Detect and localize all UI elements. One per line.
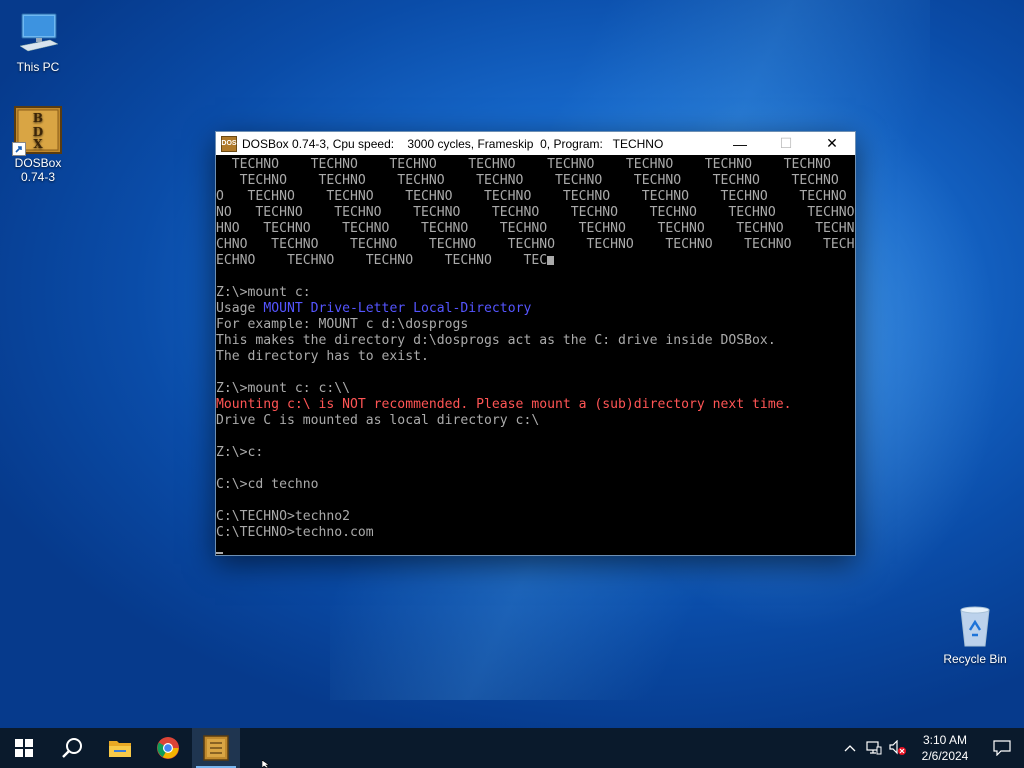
clock[interactable]: 3:10 AM 2/6/2024 (910, 732, 980, 764)
output-line: This makes the directory d:\dosprogs act… (216, 333, 776, 348)
chrome-button[interactable] (144, 728, 192, 768)
dosbox-taskbar-button[interactable] (192, 728, 240, 768)
window-title: DOSBox 0.74-3, Cpu speed: 3000 cycles, F… (242, 136, 664, 151)
search-button[interactable] (48, 728, 96, 768)
desktop-icon-label: DOSBox (14, 156, 62, 170)
windows-logo-icon (15, 739, 33, 757)
recycle-bin-icon (951, 602, 999, 650)
command-line: Z:\>c: (216, 445, 264, 460)
output-line: Drive C is mounted as local directory c:… (216, 413, 540, 428)
prompt-cursor-line (216, 541, 855, 557)
volume-muted-icon (889, 740, 906, 755)
minimize-button[interactable]: — (717, 132, 763, 155)
volume-button[interactable] (886, 728, 910, 768)
usage-prefix: Usage (216, 301, 264, 316)
desktop-icon-recycle-bin[interactable]: Recycle Bin (937, 602, 1013, 666)
command-line: Z:\>mount c: c:\\ (216, 381, 351, 396)
system-tray: 3:10 AM 2/6/2024 (838, 728, 1024, 768)
techno-line: NO TECHNO TECHNO TECHNO TECHNO TECHNO TE… (216, 205, 855, 220)
chrome-icon (157, 737, 179, 759)
start-button[interactable] (0, 728, 48, 768)
techno-line: TECHNO TECHNO TECHNO TECHNO TECHNO TECHN… (216, 157, 855, 172)
techno-line: O TECHNO TECHNO TECHNO TECHNO TECHNO TEC… (216, 189, 855, 204)
techno-line-last: ECHNO TECHNO TECHNO TECHNO TEC (216, 253, 855, 269)
dosbox-logo-letter: B (33, 111, 43, 125)
command-line: C:\TECHNO>techno2 (216, 509, 351, 524)
warning-line: Mounting c:\ is NOT recommended. Please … (216, 397, 792, 412)
notification-icon (993, 740, 1011, 756)
command-line: C:\TECHNO>techno.com (216, 525, 374, 540)
desktop-icon-dosbox[interactable]: B D X DOSBox 0.74-3 (0, 106, 76, 184)
window-titlebar[interactable]: DOS DOSBox 0.74-3, Cpu speed: 3000 cycle… (216, 132, 855, 155)
file-explorer-button[interactable] (96, 728, 144, 768)
desktop-icon-this-pc[interactable]: This PC (0, 10, 76, 74)
close-button[interactable]: ✕ (809, 132, 855, 155)
command-line: Z:\>mount c: (216, 285, 311, 300)
techno-line-text: ECHNO TECHNO TECHNO TECHNO TEC (216, 253, 548, 268)
dosbox-logo-letter: X (33, 137, 43, 151)
text-cursor (216, 552, 223, 554)
search-icon (62, 738, 82, 758)
network-icon (866, 741, 882, 755)
shortcut-arrow-icon (12, 142, 26, 156)
maximize-button[interactable]: ☐ (763, 132, 809, 155)
taskbar: 3:10 AM 2/6/2024 (0, 728, 1024, 768)
command-line: C:\>cd techno (216, 477, 319, 492)
mouse-cursor-icon (262, 760, 270, 768)
usage-line: Usage MOUNT Drive-Letter Local-Directory (216, 301, 855, 317)
techno-line: CHNO TECHNO TECHNO TECHNO TECHNO TECHNO … (216, 237, 855, 252)
usage-syntax: MOUNT Drive-Letter Local-Directory (263, 301, 532, 316)
network-button[interactable] (862, 728, 886, 768)
desktop-icon-label: Recycle Bin (943, 652, 1007, 666)
show-hidden-icons-button[interactable] (838, 728, 862, 768)
computer-icon (14, 10, 62, 58)
folder-icon (109, 741, 131, 757)
desktop-icon-label: This PC (16, 60, 60, 74)
block-cursor (547, 256, 555, 265)
dos-terminal[interactable]: TECHNO TECHNO TECHNO TECHNO TECHNO TECHN… (216, 155, 855, 557)
techno-line: TECHNO TECHNO TECHNO TECHNO TECHNO TECHN… (216, 173, 855, 188)
clock-time: 3:10 AM (922, 733, 968, 747)
dosbox-window[interactable]: DOS DOSBox 0.74-3, Cpu speed: 3000 cycle… (215, 131, 856, 556)
desktop-icon-label-version: 0.74-3 (20, 170, 56, 184)
dosbox-app-icon: DOS (221, 135, 237, 152)
dosbox-logo-icon: B D X (12, 106, 62, 156)
clock-date: 2/6/2024 (921, 749, 969, 763)
chevron-up-icon (844, 745, 856, 752)
dosbox-icon (203, 735, 229, 761)
output-line: The directory has to exist. (216, 349, 429, 364)
output-line: For example: MOUNT c d:\dosprogs (216, 317, 469, 332)
action-center-button[interactable] (980, 728, 1024, 768)
techno-line: HNO TECHNO TECHNO TECHNO TECHNO TECHNO T… (216, 221, 855, 236)
